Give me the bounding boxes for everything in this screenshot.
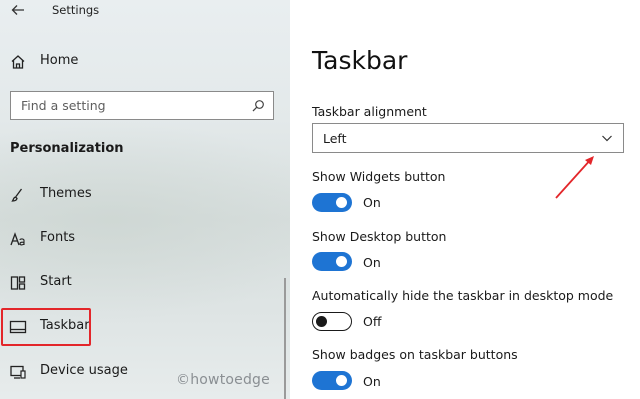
watermark: ©howtoedge (176, 372, 270, 388)
widgets-setting-label: Show Widgets button (312, 169, 446, 184)
device-usage-icon (10, 365, 26, 379)
section-heading: Personalization (10, 141, 124, 156)
search-placeholder: Find a setting (21, 98, 106, 113)
sidebar-item-home[interactable]: Home (0, 45, 290, 79)
toggle-knob (336, 375, 347, 386)
alignment-label: Taskbar alignment (312, 104, 427, 119)
sidebar-item-start[interactable]: Start (0, 266, 290, 300)
fonts-icon (10, 232, 25, 246)
toggle-knob (336, 256, 347, 267)
sidebar-item-fonts[interactable]: Fonts (0, 222, 290, 256)
home-icon (11, 55, 25, 69)
alignment-dropdown[interactable]: Left (312, 123, 624, 153)
dropdown-value: Left (323, 131, 347, 146)
sidebar: Settings Home Find a setting Personaliza… (0, 0, 290, 399)
autohide-toggle-state: Off (363, 314, 382, 329)
back-arrow-icon[interactable] (10, 2, 26, 18)
brush-icon (11, 188, 23, 202)
sidebar-item-label: Themes (40, 186, 92, 201)
toggle-knob (316, 315, 327, 327)
widgets-toggle-state: On (363, 195, 381, 210)
start-icon (10, 276, 26, 290)
search-icon[interactable] (251, 99, 265, 113)
autohide-toggle[interactable] (312, 312, 352, 331)
desktop-toggle[interactable] (312, 252, 352, 271)
search-input[interactable]: Find a setting (10, 91, 274, 120)
sidebar-item-themes[interactable]: Themes (0, 178, 290, 212)
window-title: Settings (52, 3, 100, 17)
sidebar-item-label: Fonts (40, 230, 76, 245)
toggle-knob (336, 197, 347, 208)
annotation-arrow (555, 156, 594, 199)
highlight-box (1, 308, 91, 346)
sidebar-item-label: Start (40, 274, 72, 289)
desktop-setting-label: Show Desktop button (312, 229, 447, 244)
autohide-setting-label: Automatically hide the taskbar in deskto… (312, 288, 614, 303)
page-title: Taskbar (312, 46, 408, 75)
desktop-toggle-state: On (363, 255, 381, 270)
sidebar-item-label: Home (40, 53, 79, 68)
chevron-down-icon (602, 135, 612, 142)
widgets-toggle[interactable] (312, 193, 352, 212)
sidebar-item-label: Device usage (40, 363, 128, 378)
badges-toggle[interactable] (312, 371, 352, 390)
title-bar: Settings (0, 0, 290, 22)
scrollbar[interactable] (284, 278, 286, 399)
badges-toggle-state: On (363, 374, 381, 389)
badges-setting-label: Show badges on taskbar buttons (312, 347, 518, 362)
